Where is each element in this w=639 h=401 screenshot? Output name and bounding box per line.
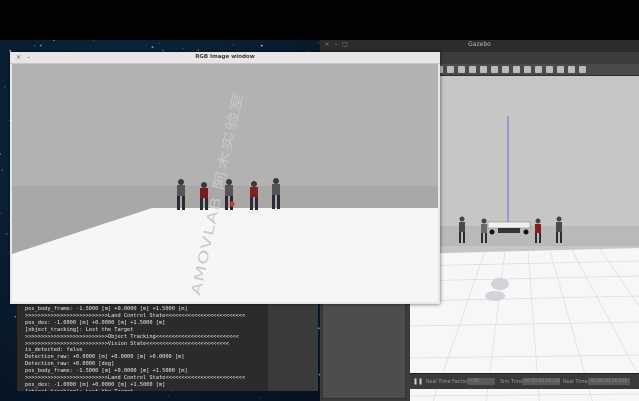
rgb-camera-image: AMOVLAB 阿木实验室 xyxy=(12,64,438,302)
wallpaper-star xyxy=(260,44,263,47)
rgb-image-window: × – RGB Image window AMOVLAB 阿木实验室 xyxy=(10,52,440,304)
terminal-line: [object_tracking]: Lost the Target xyxy=(17,389,269,391)
gazebo-title: Gazebo xyxy=(468,41,491,48)
gazebo-horizon xyxy=(410,226,639,246)
screenshot-icon[interactable] xyxy=(568,66,575,73)
drone-model[interactable] xyxy=(487,221,531,235)
terminal-line: >>>>>>>>>>>>>>>>>>>>>>>>>>Vision State<<… xyxy=(25,340,230,347)
terminal-line: >>>>>>>>>>>>>>>>>>>>>>>>>>Land Control S… xyxy=(25,312,246,319)
real-time-factor-value: 0.99 xyxy=(467,378,495,385)
wallpaper-star xyxy=(167,396,169,397)
spotlight-icon[interactable] xyxy=(502,66,509,73)
wallpaper-star xyxy=(14,316,16,318)
wallpaper-star xyxy=(1,169,4,171)
wallpaper-star xyxy=(151,46,154,48)
gazebo-toolbar xyxy=(430,64,639,76)
gazebo-titlebar[interactable]: × – □ Gazebo xyxy=(320,40,639,52)
wallpaper-star xyxy=(4,86,6,88)
gazebo-left-panel[interactable] xyxy=(322,302,406,399)
gazebo-statusbar: ❚❚ Real Time Factor: 0.99 Sim Time: 00 0… xyxy=(410,373,639,389)
terminal-line: [object_tracking]: Lost the Target xyxy=(25,326,134,333)
paste-icon[interactable] xyxy=(535,66,542,73)
wallpaper-star xyxy=(215,42,217,44)
terminal-line: is_detected: false xyxy=(25,347,83,354)
wallpaper-star xyxy=(0,153,2,155)
terminal-line: pos_body_frame: -1.5000 [m] +0.0000 [m] … xyxy=(25,368,188,375)
real-time-label: Real Time: xyxy=(563,379,590,385)
rgb-titlebar[interactable]: × – RGB Image window xyxy=(10,52,440,64)
snap-icon[interactable] xyxy=(557,66,564,73)
wallpaper-star xyxy=(40,44,42,47)
gazebo-3d-view[interactable] xyxy=(410,76,639,401)
real-time-factor-label: Real Time Factor: xyxy=(426,379,470,385)
wallpaper-star xyxy=(182,48,184,50)
wallpaper-star xyxy=(232,44,234,46)
wallpaper-star xyxy=(145,44,147,46)
sun-icon[interactable] xyxy=(491,66,498,73)
wallpaper-star xyxy=(53,40,56,42)
terminal-line: Detection_raw: +0.0000 [deg] xyxy=(25,361,115,368)
gazebo-scene xyxy=(410,76,639,401)
pause-icon[interactable]: ❚❚ xyxy=(413,378,423,385)
redo-icon[interactable] xyxy=(447,66,454,73)
terminal-side-panel xyxy=(268,298,318,391)
wallpaper-star xyxy=(93,40,95,41)
real-time-value: 00 00:00:26.500 xyxy=(588,378,630,385)
wallpaper-star xyxy=(158,42,160,44)
terminal-line: >>>>>>>>>>>>>>>>>>>>>>>>>>Object Trackin… xyxy=(25,333,239,340)
sphere-icon[interactable] xyxy=(469,66,476,73)
gazebo-sky xyxy=(410,76,639,226)
wallpaper-star xyxy=(259,397,261,399)
top-bar xyxy=(0,0,639,40)
wallpaper-star xyxy=(6,233,8,235)
align-icon[interactable] xyxy=(546,66,553,73)
rgb-window-title: RGB Image window xyxy=(195,54,255,60)
terminal-line: pos_des: -1.0000 [m] +0.0000 [m] +1.5000… xyxy=(25,381,166,388)
terminal-line: pos_des: -1.0000 [m] +0.0000 [m] +1.5000… xyxy=(25,319,166,326)
terminal-output[interactable]: pos_body_frame: -1.5000 [m] +0.0000 [m] … xyxy=(17,298,269,391)
camera-scene: AMOVLAB 阿木实验室 xyxy=(12,64,438,302)
camera-icon[interactable] xyxy=(579,66,586,73)
sim-time-value: 00 00:00:26.248 xyxy=(522,378,560,385)
cylinder-icon[interactable] xyxy=(480,66,487,73)
terminal-line: >>>>>>>>>>>>>>>>>>>>>>>>>>Land Control S… xyxy=(25,375,246,382)
wallpaper-star xyxy=(197,49,200,51)
wallpaper-star xyxy=(0,212,2,214)
copy-icon[interactable] xyxy=(524,66,531,73)
wallpaper-star xyxy=(34,45,35,47)
terminal-line: Detection_raw: +0.0000 [m] +0.0000 [m] +… xyxy=(25,354,185,361)
screen: × – □ Gazebo ❚❚ Real Time Factor: 0.99 S… xyxy=(0,0,639,401)
box-icon[interactable] xyxy=(458,66,465,73)
dirlight-icon[interactable] xyxy=(513,66,520,73)
terminal-line: pos_body_frame: -1.5000 [m] +0.0000 [m] … xyxy=(25,306,188,312)
